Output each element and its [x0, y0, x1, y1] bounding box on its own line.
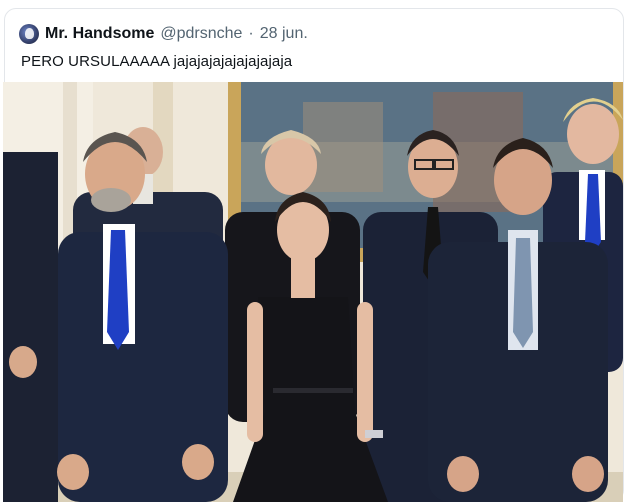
tweet-photo[interactable]	[3, 82, 623, 502]
display-name[interactable]: Mr. Handsome	[45, 25, 154, 43]
tweet-date[interactable]: 28 jun.	[260, 25, 308, 43]
user-handle[interactable]: @pdrsnche	[160, 25, 242, 43]
tweet-text: PERO URSULAAAAA jajajajajajajajajaja	[21, 53, 293, 70]
group-photo-illustration	[3, 82, 623, 502]
tweet-header: Mr. Handsome @pdrsnche · 28 jun.	[19, 23, 308, 45]
separator-dot: ·	[248, 25, 254, 42]
profile-avatar-icon[interactable]	[19, 24, 39, 44]
